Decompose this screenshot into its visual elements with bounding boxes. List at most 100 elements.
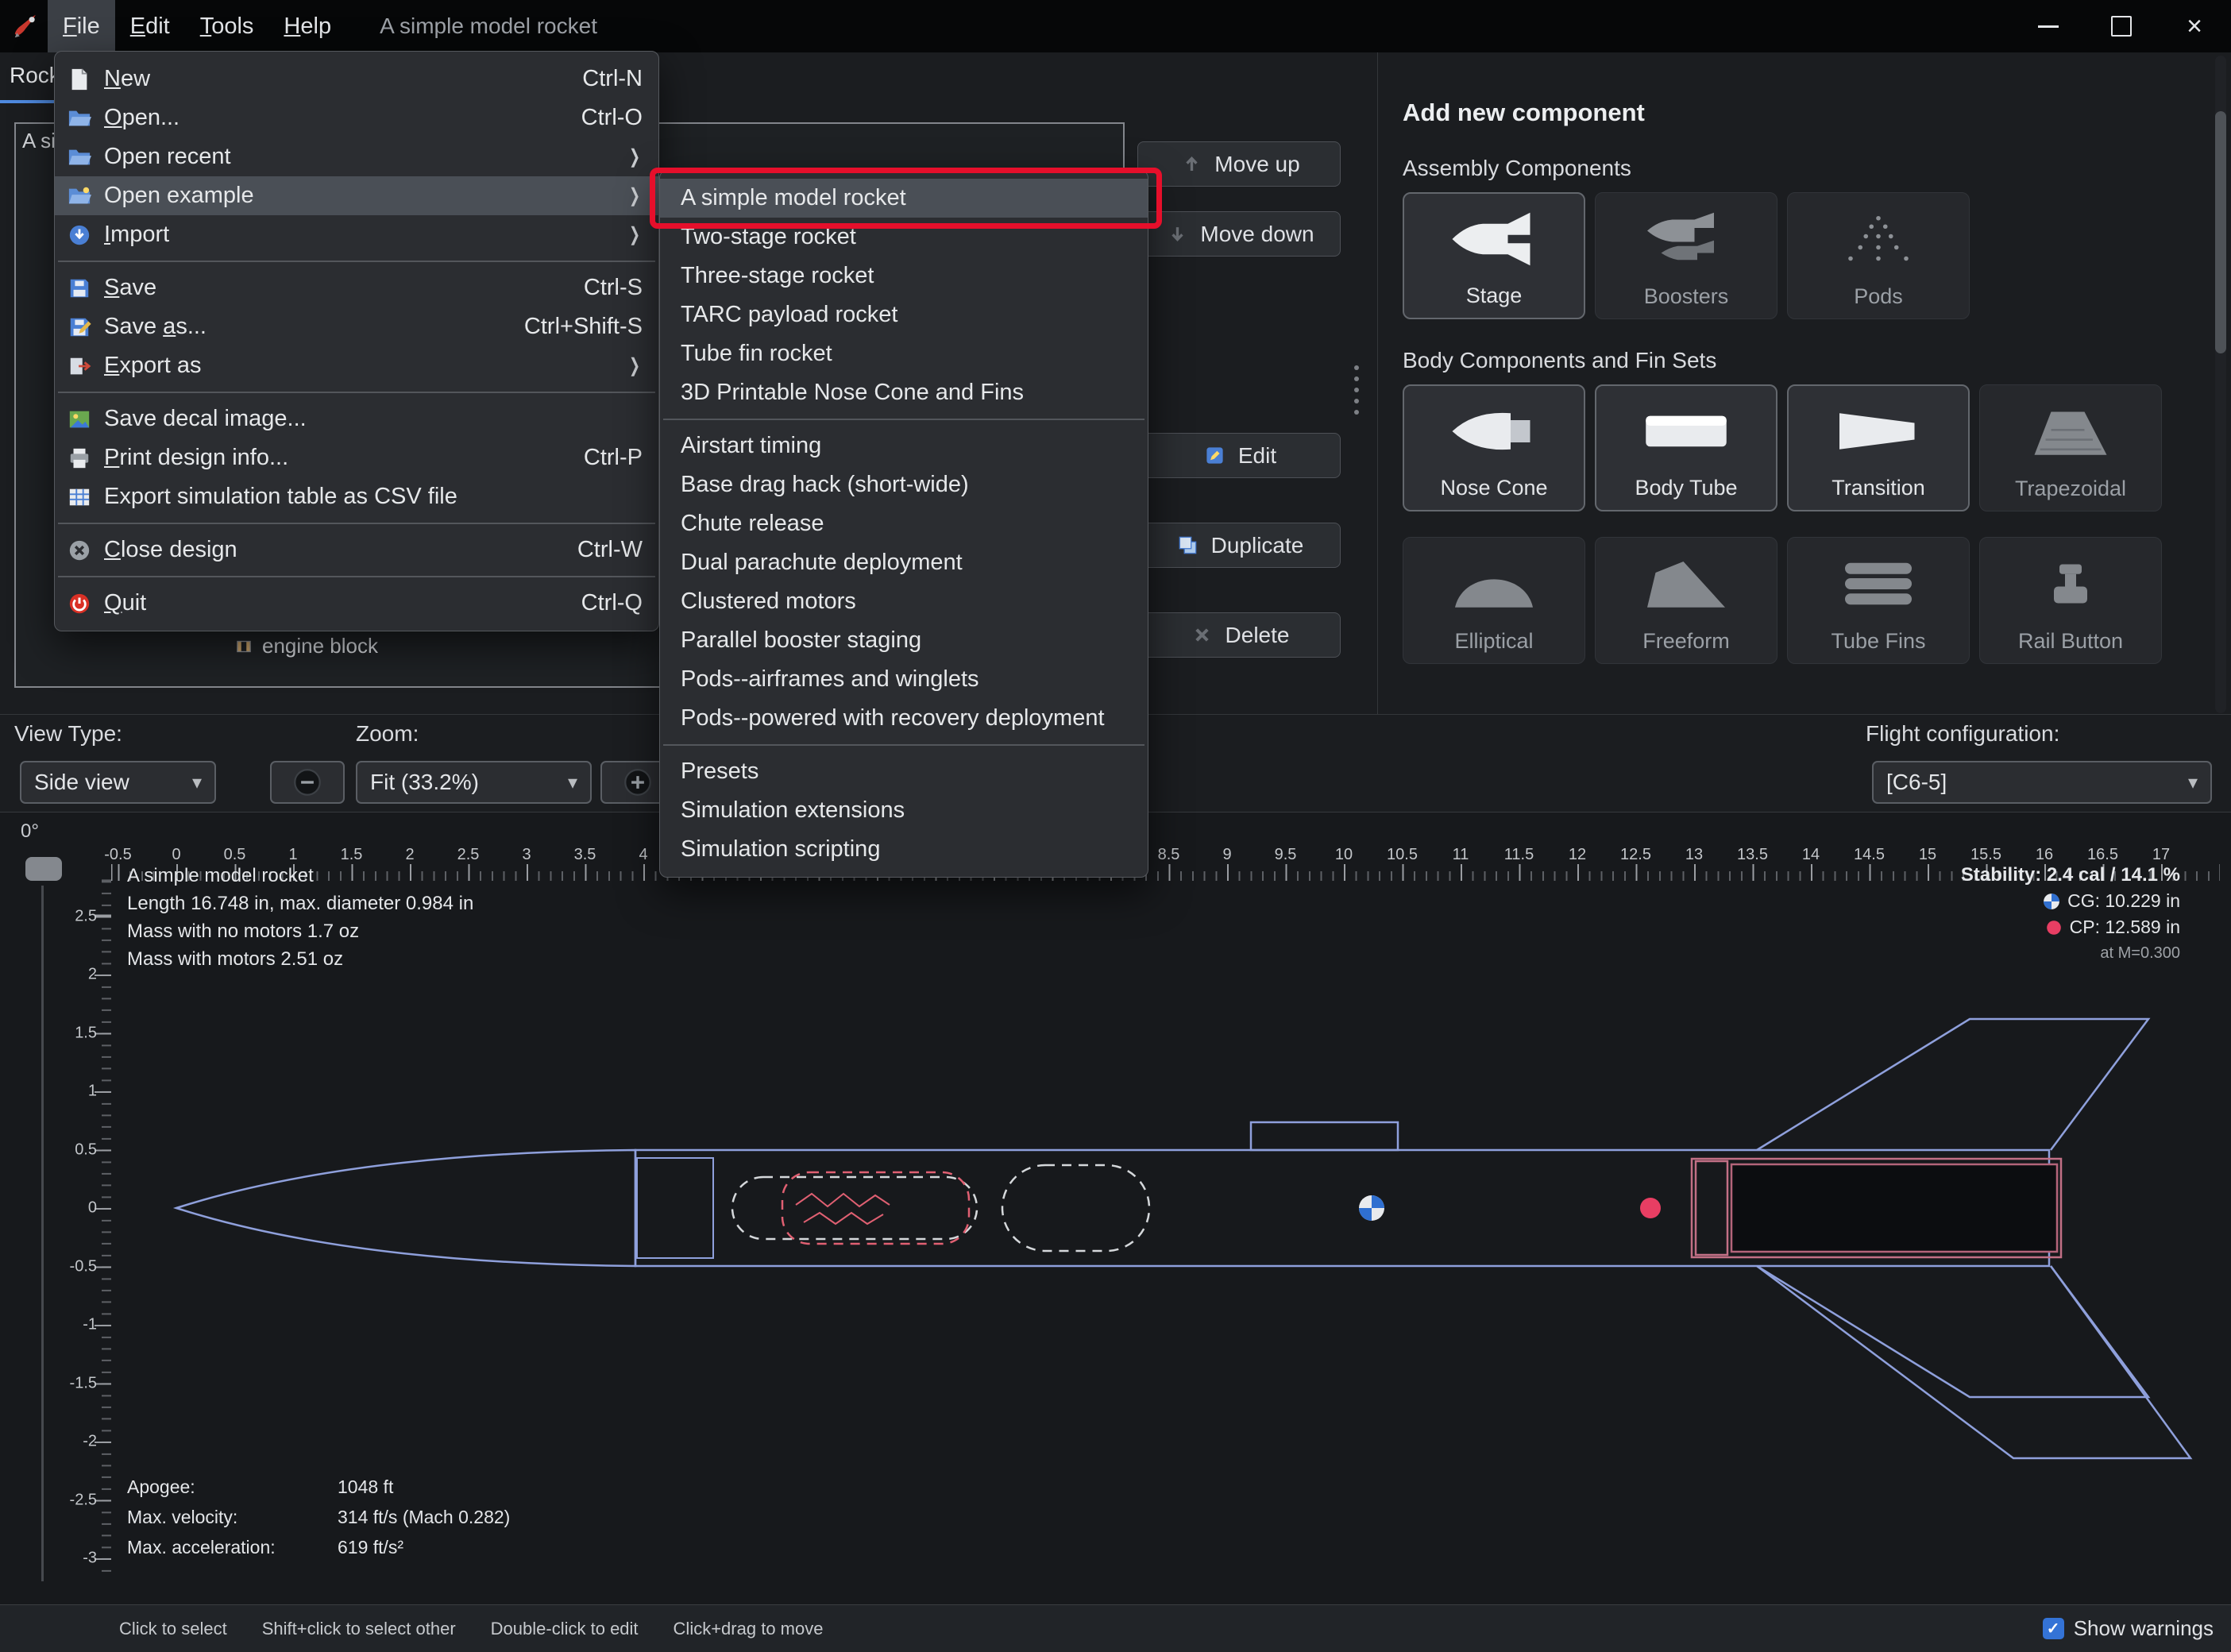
maximize-button[interactable]: [2085, 0, 2158, 52]
rotation-slider-handle[interactable]: [25, 857, 62, 881]
shock-cord-line: [795, 1192, 890, 1225]
example-item-simulation-extensions[interactable]: Simulation extensions: [660, 791, 1148, 830]
launch-lug-outline[interactable]: [1249, 1121, 1399, 1152]
component-sections: Assembly Components Stage Boosters Pods Body…: [1386, 156, 2212, 664]
menubar-tools[interactable]: Tools: [185, 0, 269, 52]
menubar-help[interactable]: Help: [268, 0, 346, 52]
example-item-airstart-timing[interactable]: Airstart timing: [660, 427, 1148, 465]
example-item-pods-powered-with-recovery-deployment[interactable]: Pods--powered with recovery deployment: [660, 699, 1148, 738]
component-freeform-button[interactable]: Freeform: [1595, 537, 1777, 664]
view-type-select[interactable]: Side view ▾: [20, 761, 216, 804]
hint-click-drag-to-move: Click+drag to move: [673, 1618, 824, 1638]
menu-item-new[interactable]: New Ctrl-N: [55, 60, 658, 98]
ruler-v-label: 2.5: [75, 907, 97, 924]
menu-item-quit[interactable]: Quit Ctrl-Q: [55, 584, 658, 623]
ruler-v-label: -0.5: [69, 1257, 97, 1275]
example-item-pods-airframes-and-winglets[interactable]: Pods--airframes and winglets: [660, 660, 1148, 699]
edit-button[interactable]: Edit: [1137, 433, 1341, 478]
menu-item-open[interactable]: Open... Ctrl-O: [55, 98, 658, 137]
chevron-down-icon: ▾: [567, 771, 577, 793]
example-item-chute-release[interactable]: Chute release: [660, 504, 1148, 543]
menu-item-open-recent[interactable]: Open recent ❯: [55, 137, 658, 176]
fin-bottom-outline[interactable]: [1756, 1264, 2151, 1399]
example-item-tube-fin-rocket[interactable]: Tube fin rocket: [660, 334, 1148, 373]
flight-stats: Apogee: 1048 ft Max. velocity: 314 ft/s (Ma…: [127, 1476, 510, 1558]
menu-item-save-decal-image[interactable]: Save decal image...: [55, 399, 658, 438]
ruler-v-label: 0.5: [75, 1141, 97, 1158]
component-body-tube-button[interactable]: Body Tube: [1595, 384, 1777, 511]
zoom-select[interactable]: Fit (33.2%) ▾: [356, 761, 592, 804]
example-item-simulation-scripting[interactable]: Simulation scripting: [660, 830, 1148, 869]
component-pods-button[interactable]: Pods: [1787, 192, 1970, 319]
component-trapezoidal-button[interactable]: Trapezoidal: [1979, 384, 2162, 511]
minimize-button[interactable]: [2012, 0, 2085, 52]
example-item-three-stage-rocket[interactable]: Three-stage rocket: [660, 257, 1148, 295]
show-warnings-control[interactable]: ✓ Show warnings: [2042, 1616, 2214, 1641]
stat-label: Max. velocity:: [127, 1507, 238, 1527]
mach-note: at M=0.300: [2100, 944, 2180, 962]
rotation-slider-track[interactable]: [41, 886, 44, 1581]
menu-item-import[interactable]: Import ❯: [55, 215, 658, 254]
example-item-dual-parachute-deployment[interactable]: Dual parachute deployment: [660, 543, 1148, 582]
elliptical-icon: [1442, 538, 1546, 629]
component-elliptical-button[interactable]: Elliptical: [1403, 537, 1585, 664]
component-stage-button[interactable]: Stage: [1403, 192, 1585, 319]
engine-block-outline[interactable]: [1694, 1160, 1729, 1256]
window-title: A simple model rocket: [380, 14, 597, 38]
component-transition-button[interactable]: Transition: [1787, 384, 1970, 511]
flight-config-select[interactable]: [C6-5] ▾: [1872, 761, 2212, 804]
duplicate-button[interactable]: Duplicate: [1137, 523, 1341, 568]
submenu-arrow-icon: ❯: [628, 185, 640, 206]
stability-value: Stability: 2.4 cal / 14.1 %: [1960, 864, 2180, 886]
nose-cone-outline[interactable]: [172, 1148, 637, 1268]
delete-button[interactable]: Delete: [1137, 612, 1341, 658]
example-item-a-simple-model-rocket[interactable]: A simple model rocket: [660, 179, 1148, 218]
menu-item-save[interactable]: Save Ctrl-S: [55, 268, 658, 307]
example-item-presets[interactable]: Presets: [660, 752, 1148, 791]
parachute-outline[interactable]: [731, 1175, 978, 1241]
component-nose-cone-button[interactable]: Nose Cone: [1403, 384, 1585, 511]
menu-item-close-design[interactable]: Close design Ctrl-W: [55, 531, 658, 569]
example-item-clustered-motors[interactable]: Clustered motors: [660, 582, 1148, 621]
zoom-in-icon: [624, 769, 651, 796]
menu-item-export-as[interactable]: Export as ❯: [55, 346, 658, 385]
fin-bottom2-outline[interactable]: [1756, 1264, 2193, 1460]
ruler-v-label: -2.5: [69, 1491, 97, 1508]
fin-top-outline[interactable]: [1756, 1017, 2151, 1152]
menu-item-open-example[interactable]: Open example ❯: [55, 176, 658, 215]
menu-item-export-simulation-table-as-csv-file[interactable]: Export simulation table as CSV file: [55, 477, 658, 516]
ruler-v-label: 1: [87, 1082, 97, 1100]
menu-separator: [663, 744, 1144, 746]
scrollbar-thumb[interactable]: [2215, 111, 2226, 353]
rocket-mass-empty: Mass with no motors 1.7 oz: [127, 921, 360, 942]
menubar-file[interactable]: File: [48, 0, 115, 52]
example-item-3d-printable-nose-cone-and-fins[interactable]: 3D Printable Nose Cone and Fins: [660, 373, 1148, 412]
component-rail-button-button[interactable]: Rail Button: [1979, 537, 2162, 664]
right-scrollbar[interactable]: [2215, 56, 2226, 713]
rail-button-icon: [2019, 538, 2122, 629]
menu-item-save-as[interactable]: Save as... Ctrl+Shift-S: [55, 307, 658, 346]
stat-label: Max. acceleration:: [127, 1537, 276, 1557]
design-view[interactable]: 0° -0.500.511.522.533.544.555.566.577.58…: [0, 812, 2231, 1604]
example-item-two-stage-rocket[interactable]: Two-stage rocket: [660, 218, 1148, 257]
nose-shoulder-outline[interactable]: [636, 1157, 714, 1259]
shortcut-label: Ctrl-O: [581, 105, 643, 130]
zoom-out-button[interactable]: [270, 761, 345, 804]
menu-item-print-design-info[interactable]: Print design info... Ctrl-P: [55, 438, 658, 477]
shock-cord-outline[interactable]: [781, 1171, 971, 1245]
tree-item-engine-block[interactable]: engine block: [234, 634, 378, 658]
menubar-edit[interactable]: Edit: [115, 0, 185, 52]
example-item-tarc-payload-rocket[interactable]: TARC payload rocket: [660, 295, 1148, 334]
component-boosters-button[interactable]: Boosters: [1595, 192, 1777, 319]
show-warnings-checkbox[interactable]: ✓: [2042, 1618, 2064, 1639]
component-tube-fins-button[interactable]: Tube Fins: [1787, 537, 1970, 664]
example-item-base-drag-hack-short-wide[interactable]: Base drag hack (short-wide): [660, 465, 1148, 504]
example-item-parallel-booster-staging[interactable]: Parallel booster staging: [660, 621, 1148, 660]
motor-outline[interactable]: [1730, 1163, 2059, 1253]
rotation-label: 0°: [21, 820, 39, 842]
close-button[interactable]: ×: [2158, 0, 2231, 52]
move-down-button[interactable]: Move down: [1137, 211, 1341, 257]
move-up-button[interactable]: Move up: [1137, 141, 1341, 187]
wadding-outline[interactable]: [1001, 1164, 1151, 1253]
split-grip-handle[interactable]: [1354, 365, 1359, 415]
